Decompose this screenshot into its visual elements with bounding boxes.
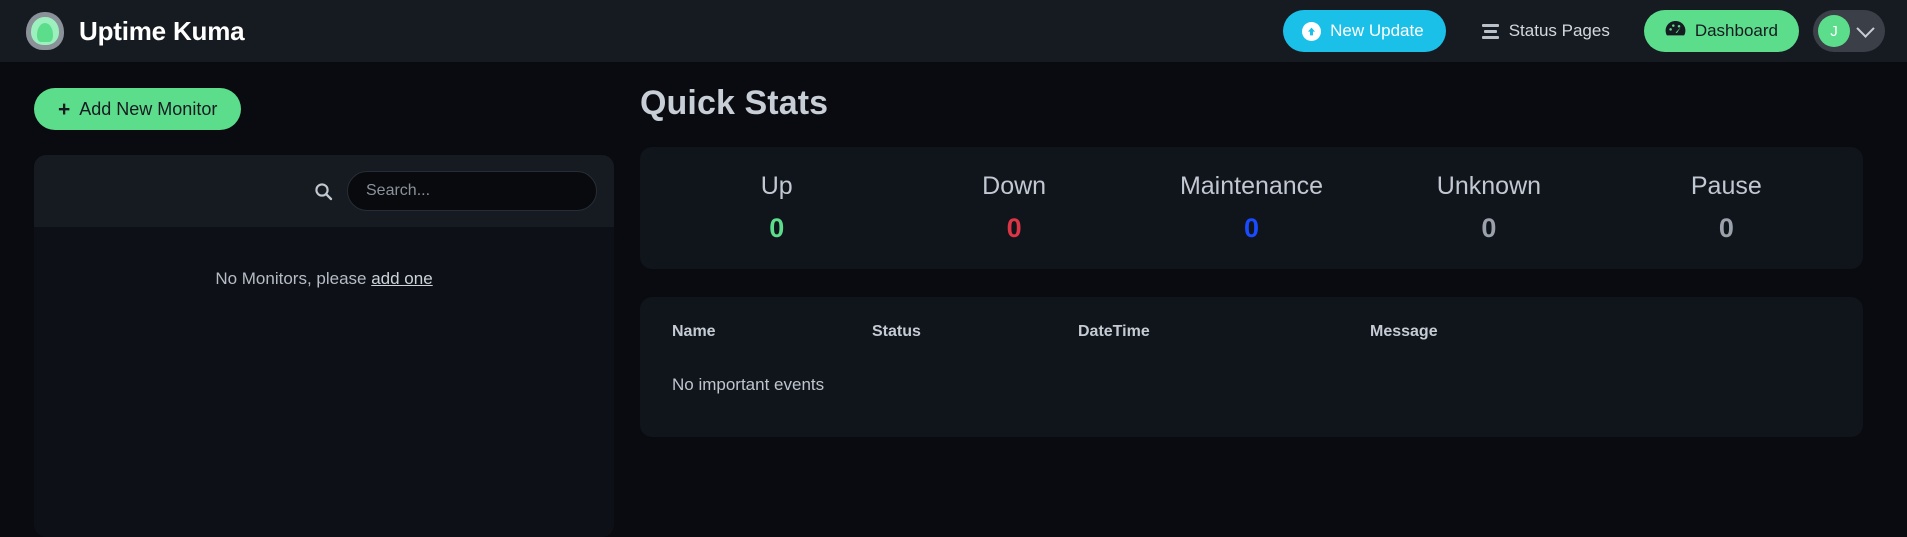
stat-down-value: 0 xyxy=(1006,213,1022,243)
top-navbar: Uptime Kuma New Update Status Pages Dash… xyxy=(0,0,1907,62)
add-new-monitor-label: Add New Monitor xyxy=(79,98,218,119)
status-pages-label: Status Pages xyxy=(1508,21,1610,40)
page-body: + Add New Monitor No Monitors, please ad… xyxy=(0,62,1907,537)
stat-unknown-label: Unknown xyxy=(1436,172,1542,200)
brand[interactable]: Uptime Kuma xyxy=(26,12,245,50)
user-menu[interactable]: J xyxy=(1813,10,1885,52)
stat-pause-value: 0 xyxy=(1718,213,1734,243)
monitor-sidebar: + Add New Monitor No Monitors, please ad… xyxy=(0,62,640,537)
monitor-list: No Monitors, please add one xyxy=(34,155,614,537)
events-table: Name Status DateTime Message No importan… xyxy=(672,323,1831,395)
navbar-actions: New Update Status Pages Dashboard J xyxy=(1283,10,1885,52)
new-update-button[interactable]: New Update xyxy=(1283,10,1446,52)
stat-pause: Pause 0 xyxy=(1608,172,1845,244)
stat-up-value: 0 xyxy=(769,213,785,243)
dashboard-button[interactable]: Dashboard xyxy=(1643,10,1799,52)
status-pages-link[interactable]: Status Pages xyxy=(1481,21,1610,41)
stat-up: Up 0 xyxy=(658,172,895,244)
brand-name: Uptime Kuma xyxy=(79,15,245,46)
stat-unknown-value: 0 xyxy=(1481,213,1497,243)
column-header-datetime: DateTime xyxy=(1078,323,1150,340)
column-header-name: Name xyxy=(672,323,716,340)
chevron-down-icon xyxy=(1856,18,1875,38)
table-row: No important events xyxy=(672,375,1831,395)
quick-stats-card: Up 0 Down 0 Maintenance 0 Unknown 0 Paus… xyxy=(640,147,1863,269)
tachometer-icon xyxy=(1665,19,1686,43)
stat-down: Down 0 xyxy=(895,172,1132,244)
stat-maintenance-value: 0 xyxy=(1244,213,1260,243)
events-empty-text: No important events xyxy=(672,375,825,394)
search-icon xyxy=(314,182,333,201)
search-input[interactable] xyxy=(347,171,597,211)
column-header-status: Status xyxy=(872,323,921,340)
dashboard-label: Dashboard xyxy=(1694,21,1778,40)
add-new-monitor-button[interactable]: + Add New Monitor xyxy=(34,88,242,130)
column-header-message: Message xyxy=(1370,323,1438,340)
upload-circle-icon xyxy=(1302,21,1322,41)
plus-icon: + xyxy=(58,97,71,121)
stat-up-label: Up xyxy=(760,172,793,200)
stat-maintenance: Maintenance 0 xyxy=(1133,172,1370,244)
add-one-link[interactable]: add one xyxy=(371,269,432,288)
monitor-empty-text: No Monitors, please xyxy=(215,269,372,288)
uptime-kuma-logo-icon xyxy=(26,12,64,50)
monitor-list-empty: No Monitors, please add one xyxy=(34,227,614,289)
stat-maintenance-label: Maintenance xyxy=(1179,172,1324,200)
stat-pause-label: Pause xyxy=(1690,172,1762,200)
stat-unknown: Unknown 0 xyxy=(1370,172,1607,244)
bars-icon xyxy=(1481,23,1499,39)
events-table-header-row: Name Status DateTime Message xyxy=(672,323,1831,375)
main-content: Quick Stats Up 0 Down 0 Maintenance 0 Un… xyxy=(640,62,1907,537)
avatar: J xyxy=(1818,15,1850,47)
new-update-label: New Update xyxy=(1330,21,1424,40)
stat-down-label: Down xyxy=(982,172,1047,200)
page-title: Quick Stats xyxy=(640,84,829,122)
important-events-card: Name Status DateTime Message No importan… xyxy=(640,297,1863,437)
monitor-list-header xyxy=(34,155,614,227)
